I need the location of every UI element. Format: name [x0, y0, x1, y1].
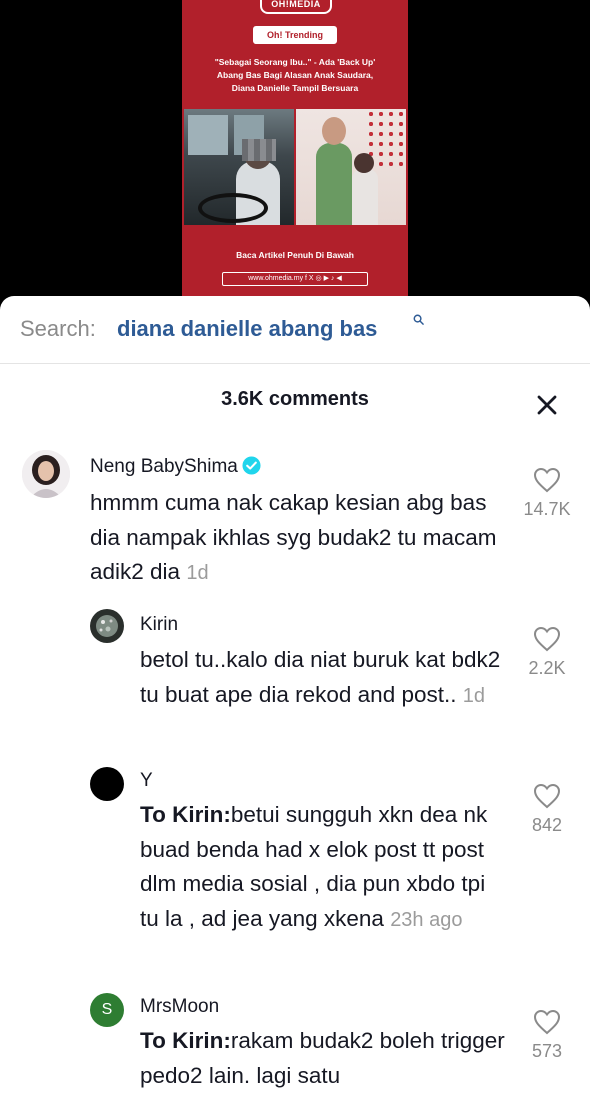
avatar[interactable]	[22, 450, 70, 498]
search-icon[interactable]	[413, 314, 424, 325]
like-button[interactable]: 573	[517, 1009, 577, 1062]
mother-child-photo	[296, 109, 406, 225]
heart-icon	[533, 1009, 561, 1035]
comment-text: To Kirin:rakam budak2 boleh trigger pedo…	[140, 1028, 505, 1088]
comment-username[interactable]: Y	[140, 770, 153, 792]
like-count: 2.2K	[528, 658, 566, 678]
banner-headline: "Sebagai Seorang Ibu.." - Ada 'Back Up' …	[214, 57, 376, 93]
video-player[interactable]: OH!MEDIA Oh! Trending "Sebagai Seorang I…	[0, 0, 590, 300]
trending-pill: Oh! Trending	[253, 26, 337, 44]
avatar-letter: S	[101, 1001, 113, 1018]
avatar[interactable]: S	[90, 993, 124, 1027]
like-count: 14.7K	[523, 499, 571, 519]
comment-time: 23h ago	[390, 908, 463, 931]
comment-text: To Kirin:betui sungguh xkn dea nk buad b…	[140, 802, 488, 931]
banner-cta: Baca Artikel Penuh Di Bawah	[236, 250, 354, 260]
close-button[interactable]	[532, 390, 562, 420]
comment-username[interactable]: Kirin	[140, 614, 178, 636]
close-icon[interactable]	[532, 390, 562, 420]
avatar[interactable]	[90, 767, 124, 801]
search-query-link[interactable]: diana danielle abang bas	[117, 316, 377, 342]
comment-username[interactable]: MrsMoon	[140, 996, 219, 1018]
video-thumbnail-banner: OH!MEDIA Oh! Trending "Sebagai Seorang I…	[182, 0, 408, 300]
reply-mention[interactable]: To Kirin:	[140, 1028, 231, 1053]
comment-username[interactable]: Neng BabyShima	[90, 456, 261, 478]
comment-time: 1d	[462, 684, 485, 707]
reply-mention[interactable]: To Kirin:	[140, 802, 231, 827]
like-button[interactable]: 2.2K	[517, 626, 577, 679]
like-button[interactable]: 842	[517, 783, 577, 836]
comment-time: 1d	[186, 562, 209, 584]
heart-icon	[533, 783, 561, 809]
comment-text: betol tu..kalo dia niat buruk kat bdk2 t…	[140, 647, 501, 707]
heart-icon	[533, 467, 561, 493]
avatar[interactable]	[90, 609, 124, 643]
bus-driver-photo	[184, 109, 294, 225]
heart-icon	[533, 626, 561, 652]
like-button[interactable]: 14.7K	[517, 467, 577, 520]
comments-count: 3.6K comments	[221, 388, 369, 410]
banner-site: www.ohmedia.my f X ◎ ▶ ♪ ◀	[222, 272, 368, 286]
ohmedia-logo: OH!MEDIA	[260, 0, 332, 14]
search-prefix: Search:	[20, 316, 96, 341]
banner-photos	[184, 109, 406, 225]
like-count: 573	[531, 1041, 563, 1061]
search-suggestion-bar[interactable]: Search: diana danielle abang bas	[0, 296, 590, 364]
comments-sheet: Search: diana danielle abang bas 3.6K co…	[0, 296, 590, 1097]
verified-icon	[242, 456, 261, 475]
like-count: 842	[531, 815, 563, 835]
comment-text: hmmm cuma nak cakap kesian abg bas dia n…	[90, 490, 497, 584]
